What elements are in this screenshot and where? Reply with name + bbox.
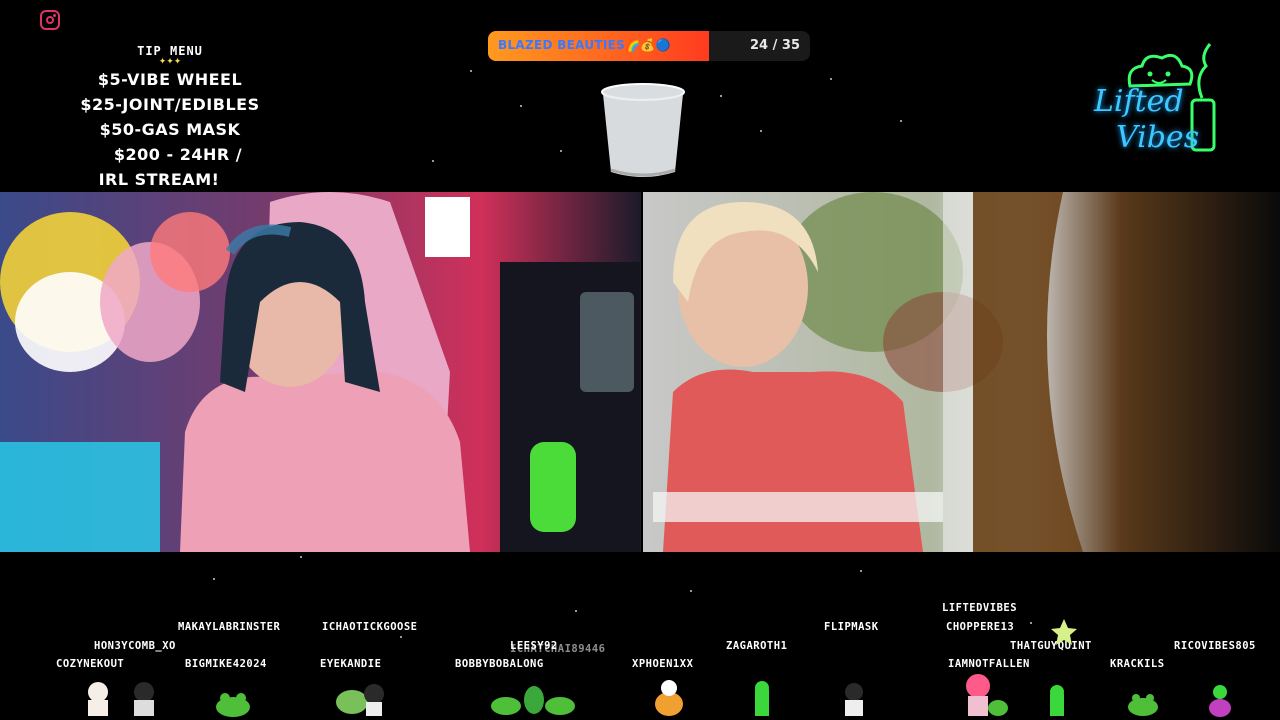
chatter-name: XPHOEN1XX	[632, 658, 694, 670]
chatter-name: MAKAYLABRINSTER	[178, 621, 281, 633]
goal-label: BLAZED BEAUTIES🌈💰🔵	[498, 38, 671, 52]
chatter-name: BIGMIKE42024	[185, 658, 267, 670]
avatar-icon	[845, 683, 863, 716]
goal-progress-bar: BLAZED BEAUTIES🌈💰🔵 24 / 35	[488, 31, 810, 61]
tip-menu-item: $25-JOINT/EDIBLES	[80, 95, 260, 114]
avatar-icon	[966, 674, 1008, 716]
cup-icon	[601, 83, 685, 177]
avatar-icon	[88, 682, 108, 716]
tip-menu-stars: ✦✦✦	[158, 57, 182, 67]
chatter-name: ZAGAROTH1	[726, 640, 788, 652]
chatter-name: HON3YCOMB_XO	[94, 640, 176, 652]
chatter-name: EYEKANDIE	[320, 658, 382, 670]
chatter-name: ICHAOTICKGOOSE	[322, 621, 418, 633]
frog-avatar-icon	[755, 681, 769, 716]
chatter-name: LIFTEDVIBES	[942, 602, 1018, 614]
chatter-name: IAMNOTFALLEN	[948, 658, 1030, 670]
avatar-icon	[134, 682, 154, 716]
chatter-name: BOBBYBOBALONG	[455, 658, 544, 670]
tip-menu-item: $50-GAS MASK	[99, 120, 241, 139]
webcam-doorway	[643, 192, 1280, 552]
tip-menu-title: TIP MENU	[137, 44, 203, 58]
chatter-name: CHOPPERE13	[946, 621, 1015, 633]
chatter-name: COZYNEKOUT	[56, 658, 125, 670]
goal-count: 24 / 35	[750, 38, 800, 53]
avatar-icon	[336, 684, 384, 716]
webcam-streamer	[0, 192, 641, 552]
star-badge-icon	[1051, 619, 1077, 645]
logo-line-2: Vibes	[1116, 120, 1200, 155]
frog-avatar-icon	[1050, 685, 1064, 716]
avatar-icon	[655, 680, 683, 716]
tip-menu-item: $5-VIBE WHEEL	[97, 70, 243, 89]
frog-avatar-icon	[1209, 685, 1231, 717]
frog-avatar-icon	[491, 686, 575, 715]
lifted-vibes-logo: Lifted Vibes	[1090, 38, 1225, 163]
tip-menu: TIP MENU ✦✦✦ $5-VIBE WHEEL $25-JOINT/EDI…	[60, 44, 280, 192]
frog-avatar-icon	[1128, 694, 1158, 716]
chatter-name: ICHATCHAI89446	[510, 643, 606, 655]
frog-avatar-icon	[216, 693, 250, 717]
chatter-name: FLIPMASK	[824, 621, 879, 633]
tip-menu-item: IRL STREAM!	[98, 170, 220, 189]
instagram-icon[interactable]	[40, 10, 60, 30]
tip-menu-item: $200 - 24HR /	[113, 145, 243, 164]
chatter-name: KRACKILS	[1110, 658, 1165, 670]
logo-line-1: Lifted	[1094, 84, 1184, 119]
chatter-name: RICOVIBES805	[1174, 640, 1256, 652]
